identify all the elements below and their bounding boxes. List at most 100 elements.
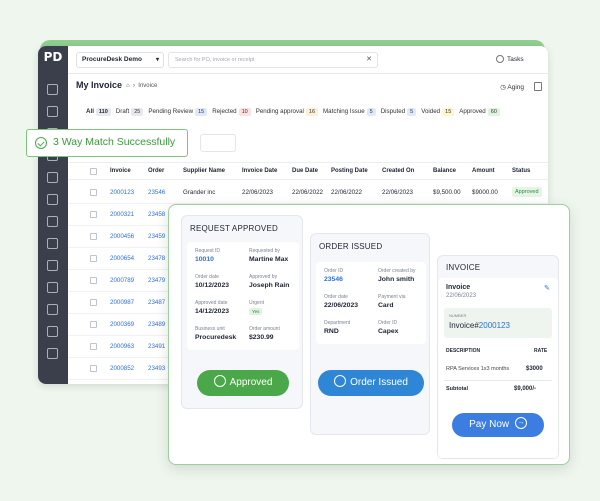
breadcrumb: ⌂ › Invoice [126,83,158,89]
invoice-icon[interactable] [47,172,58,183]
receipts-icon[interactable] [47,194,58,205]
col-posting-date[interactable]: Posting Date [331,168,368,174]
tab-approved[interactable]: Approved 60 [459,108,500,116]
row-checkbox[interactable] [90,343,97,350]
breadcrumb-invoice[interactable]: Invoice [138,83,157,89]
payments-icon[interactable] [47,326,58,337]
row-checkbox[interactable] [90,321,97,328]
status-tabs: All 110 Draft 25 Pending Review 15 Rejected 10 P… [86,108,505,116]
cell-order[interactable]: 23546 [148,189,165,196]
approved-button[interactable]: Approved [197,370,289,396]
org-selector[interactable]: ProcureDesk Demo ▾ [76,52,164,68]
app-logo: PD [43,50,63,64]
tab-voided[interactable]: Voided 15 [421,108,455,116]
col-status[interactable]: Status [512,168,530,174]
pay-now-button[interactable]: Pay Now → [452,413,544,437]
tab-matching-issue[interactable]: Matching Issue 5 [323,108,376,116]
settings-icon[interactable] [47,282,58,293]
divider [444,380,552,381]
cell-order[interactable]: 23478 [148,255,165,262]
tab-count-badge: 5 [366,108,376,116]
payment-method: Card [378,302,394,309]
suppliers-icon[interactable] [47,260,58,271]
col-amount[interactable]: Amount [472,168,495,174]
row-checkbox[interactable] [90,299,97,306]
col-invoice-date[interactable]: Invoice Date [242,168,277,174]
invoice-number[interactable]: Invoice#2000123 [449,321,510,330]
tab-pending-review[interactable]: Pending Review 15 [148,108,208,116]
cell-invoice[interactable]: 2000123 [110,189,134,196]
requests-icon[interactable] [47,106,58,117]
col-invoice[interactable]: Invoice [110,168,131,174]
row-checkbox[interactable] [90,277,97,284]
folder-icon[interactable] [47,348,58,359]
reports-icon[interactable] [47,304,58,315]
search-input[interactable]: Search for PO, invoice or receipt ✕ [168,52,378,68]
col-order[interactable]: Order [148,168,164,174]
cell-invoice[interactable]: 2000789 [110,277,134,284]
urgent-badge: Yes [249,308,263,315]
tab-disputed[interactable]: Disputed 5 [381,108,417,116]
tab-count-badge: 5 [407,108,417,116]
order-id[interactable]: 23546 [324,276,343,283]
edit-icon[interactable]: ✎ [544,284,550,292]
order-date-label: Order date [195,274,219,280]
col-created-on[interactable]: Created On [382,168,414,174]
filter-input[interactable] [200,134,236,152]
col-balance[interactable]: Balance [433,168,456,174]
row-checkbox[interactable] [90,211,97,218]
cell-order[interactable]: 23458 [148,211,165,218]
cell-invoice[interactable]: 2000321 [110,211,134,218]
row-checkbox[interactable] [90,233,97,240]
created-by: John smith [378,276,415,283]
row-checkbox[interactable] [90,365,97,372]
approved-date-label: Approved date [195,300,228,306]
cell-invoice[interactable]: 2000369 [110,321,134,328]
invoice-title: INVOICE [446,263,481,272]
tab-pending-approval[interactable]: Pending approval 16 [256,108,319,116]
cell-invoice[interactable]: 2000654 [110,255,134,262]
col-due-date[interactable]: Due Date [292,168,318,174]
request-id[interactable]: 10010 [195,256,214,263]
success-toast: 3 Way Match Successfully [26,129,188,157]
tab-count-badge: 10 [238,108,251,116]
cell-invoice[interactable]: 2000456 [110,233,134,240]
business-unit: Procuredesk [195,334,237,341]
table-row[interactable]: 2000123 23546 Grander inc 22/06/2023 22/06/2… [68,182,548,204]
row-checkbox[interactable] [90,189,97,196]
budget-icon[interactable] [47,238,58,249]
tab-all[interactable]: All 110 [86,108,111,116]
org-name: ProcureDesk Demo [82,56,142,63]
export-icon[interactable] [534,82,542,91]
tab-count-badge: 15 [195,108,208,116]
check-circle-icon [213,375,226,388]
number-label: NUMBER [449,313,467,318]
aging-button[interactable]: ◷ Aging [500,83,524,91]
invoice-number-value: 2000123 [478,321,510,330]
urgent-label: Urgent [249,300,265,306]
tab-rejected[interactable]: Rejected 10 [212,108,251,116]
col-supplier[interactable]: Supplier Name [183,168,225,174]
cell-order[interactable]: 23487 [148,299,165,306]
row-checkbox[interactable] [90,255,97,262]
request-title: REQUEST APPROVED [190,224,278,233]
tab-draft[interactable]: Draft 25 [116,108,144,116]
cell-invoice[interactable]: 2000963 [110,343,134,350]
top-bar: ProcureDesk Demo ▾ Search for PO, invoic… [68,46,548,74]
home-icon[interactable]: ⌂ [126,83,130,89]
close-icon[interactable]: ✕ [366,53,372,67]
tasks-button[interactable]: Tasks [496,52,540,68]
cell-order[interactable]: 23479 [148,277,165,284]
cell-order[interactable]: 23493 [148,365,165,372]
cell-order[interactable]: 23491 [148,343,165,350]
request-details: Request ID 10010 Requested by Martine Ma… [187,242,299,350]
check-circle-icon [334,375,347,388]
cell-order[interactable]: 23459 [148,233,165,240]
cell-order[interactable]: 23489 [148,321,165,328]
cell-invoice[interactable]: 2000852 [110,365,134,372]
documents-icon[interactable] [47,216,58,227]
cell-invoice[interactable]: 2000987 [110,299,134,306]
select-all-checkbox[interactable] [90,168,97,175]
users-icon[interactable] [47,84,58,95]
order-issued-button[interactable]: Order Issued [318,370,424,396]
